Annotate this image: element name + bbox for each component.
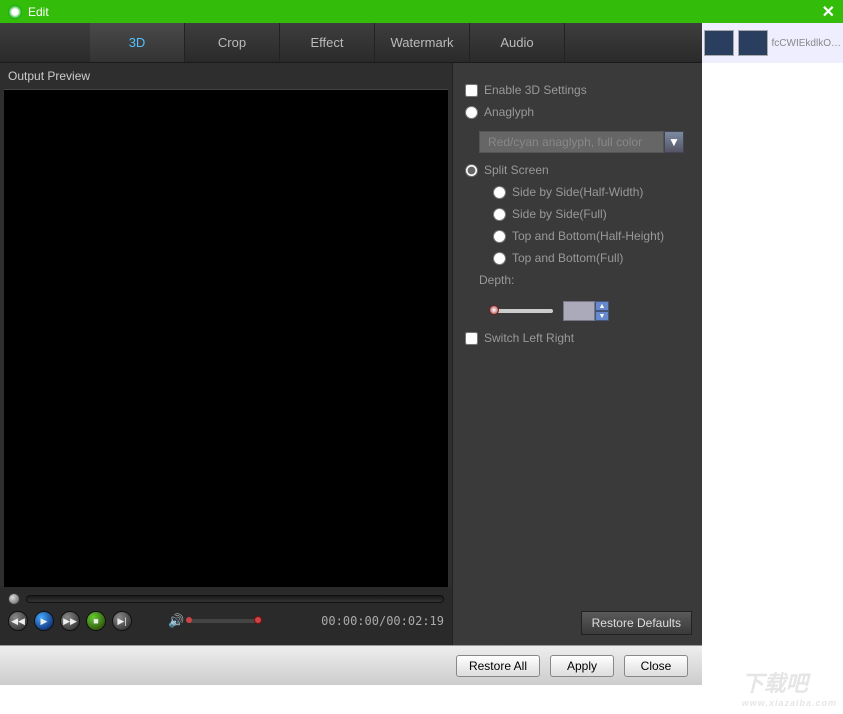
window-title: Edit xyxy=(28,5,49,19)
seek-knob[interactable] xyxy=(8,593,20,605)
bg-thumb-1 xyxy=(704,30,734,56)
enable-3d-checkbox[interactable]: Enable 3D Settings xyxy=(465,83,692,97)
restore-defaults-button[interactable]: Restore Defaults xyxy=(581,611,692,635)
close-icon[interactable]: ✕ xyxy=(822,2,835,22)
spin-down-icon[interactable]: ▼ xyxy=(595,311,609,321)
play-button[interactable]: ▶ xyxy=(34,611,54,631)
tab-effect[interactable]: Effect xyxy=(280,23,375,62)
prev-button[interactable]: ◀◀ xyxy=(8,611,28,631)
time-display: 00:00:00/00:02:19 xyxy=(321,614,444,628)
titlebar: Edit ✕ xyxy=(0,0,843,23)
anaglyph-dropdown[interactable]: Red/cyan anaglyph, full color ▼ xyxy=(479,131,692,153)
chevron-down-icon[interactable]: ▼ xyxy=(664,131,684,153)
player-controls: ◀◀ ▶ ▶▶ ■ ▶| 🔊 00:00:00/00:02:19 xyxy=(0,587,452,645)
anaglyph-radio[interactable]: Anaglyph xyxy=(465,105,692,119)
tb-half-radio[interactable]: Top and Bottom(Half-Height) xyxy=(493,229,692,243)
edit-dialog: 3D Crop Effect Watermark Audio Output Pr… xyxy=(0,23,702,645)
depth-spinner[interactable]: ▲ ▼ xyxy=(563,301,609,321)
seek-track[interactable] xyxy=(26,595,444,603)
spin-up-icon[interactable]: ▲ xyxy=(595,301,609,311)
forward-button[interactable]: ▶| xyxy=(112,611,132,631)
close-button[interactable]: Close xyxy=(624,655,688,677)
sbs-half-radio[interactable]: Side by Side(Half-Width) xyxy=(493,185,692,199)
restore-all-button[interactable]: Restore All xyxy=(456,655,540,677)
tab-watermark[interactable]: Watermark xyxy=(375,23,470,62)
split-screen-radio[interactable]: Split Screen xyxy=(465,163,692,177)
stop-button[interactable]: ■ xyxy=(86,611,106,631)
depth-slider[interactable] xyxy=(493,309,553,313)
tab-bar: 3D Crop Effect Watermark Audio xyxy=(0,23,702,63)
watermark-logo: 下载吧www.xiazaiba.com xyxy=(742,666,837,708)
volume-control[interactable]: 🔊 xyxy=(168,613,258,629)
preview-label: Output Preview xyxy=(0,63,452,89)
dialog-footer: Restore All Apply Close xyxy=(0,645,702,685)
preview-panel: Output Preview ◀◀ ▶ ▶▶ ■ ▶| 🔊 xyxy=(0,63,452,645)
sbs-full-radio[interactable]: Side by Side(Full) xyxy=(493,207,692,221)
next-button[interactable]: ▶▶ xyxy=(60,611,80,631)
background-thumbnail-strip: fcCWIEkdlkO… xyxy=(702,23,843,63)
bg-label: fcCWIEkdlkO… xyxy=(772,38,841,49)
volume-slider[interactable] xyxy=(188,619,258,623)
anaglyph-select-value: Red/cyan anaglyph, full color xyxy=(479,131,664,153)
app-icon xyxy=(8,5,22,19)
volume-icon: 🔊 xyxy=(168,613,184,629)
tab-crop[interactable]: Crop xyxy=(185,23,280,62)
tab-3d[interactable]: 3D xyxy=(90,23,185,62)
seek-bar[interactable] xyxy=(8,593,444,605)
tab-audio[interactable]: Audio xyxy=(470,23,565,62)
bg-thumb-2 xyxy=(738,30,768,56)
switch-lr-checkbox[interactable]: Switch Left Right xyxy=(465,331,692,345)
depth-label: Depth: xyxy=(479,273,692,287)
tb-full-radio[interactable]: Top and Bottom(Full) xyxy=(493,251,692,265)
settings-panel: Enable 3D Settings Anaglyph Red/cyan ana… xyxy=(452,63,702,645)
video-preview xyxy=(4,89,448,587)
apply-button[interactable]: Apply xyxy=(550,655,614,677)
